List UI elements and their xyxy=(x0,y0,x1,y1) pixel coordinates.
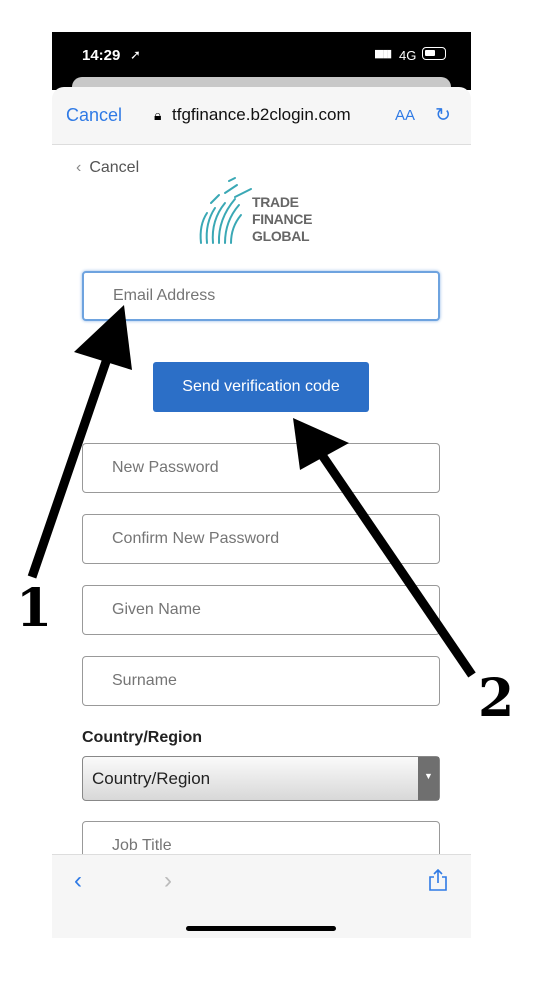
arrow-1 xyxy=(27,305,132,579)
annotation-label-1: 1 xyxy=(16,578,53,639)
arrow-2 xyxy=(293,418,476,678)
annotation-arrows xyxy=(27,305,476,678)
annotation-label-2: 2 xyxy=(478,668,515,729)
